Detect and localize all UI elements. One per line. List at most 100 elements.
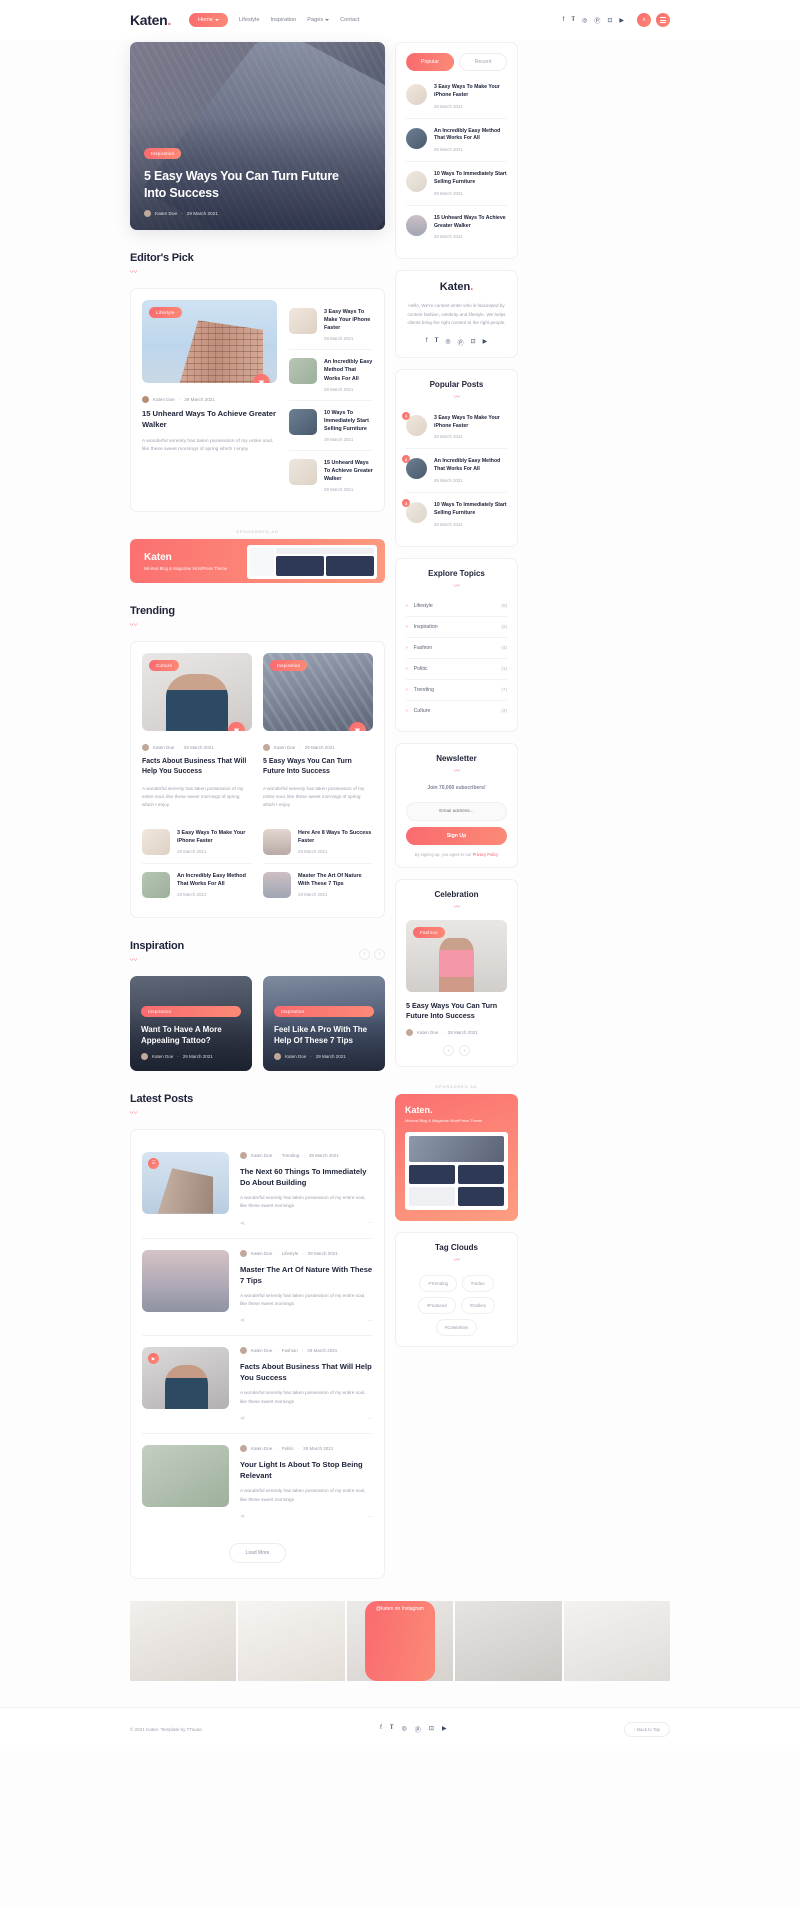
instagram-photo[interactable] [238,1601,345,1682]
more-options-icon[interactable]: ··· [367,1416,373,1422]
list-item[interactable]: 10 Ways To Immediately Start Selling Fur… [289,401,373,451]
tab-recent[interactable]: Recent [459,53,507,71]
list-item[interactable]: Master The Art Of Nature With These 7 Ti… [263,864,373,906]
behance-icon[interactable]: ⊡ [429,1725,434,1734]
behance-icon[interactable]: ⊡ [607,17,612,24]
twitter-icon[interactable]: 𝐓 [390,1725,394,1734]
topic-item[interactable]: › Inspiration (2) [406,617,507,638]
pinterest-icon[interactable]: Ⓟ [458,338,464,347]
twitter-icon[interactable]: 𝐓 [434,338,438,347]
list-item[interactable]: 15 Unheard Ways To Achieve Greater Walke… [406,206,507,249]
pinterest-icon[interactable]: Ⓟ [594,16,600,25]
instagram-photo[interactable] [563,1601,671,1682]
hero-category-tag[interactable]: Inspiration [144,147,182,159]
nav-item-inspiration[interactable]: Inspiration [270,17,296,23]
topic-item[interactable]: › Trending (7) [406,680,507,701]
more-options-icon[interactable]: ··· [367,1220,373,1226]
next-arrow-icon[interactable]: › [459,1045,470,1057]
facebook-icon[interactable]: f [426,338,428,347]
post-list-item[interactable]: ☰ Katen Doe · Trending · 29 March 2021 The Nex… [142,1141,373,1239]
more-options-icon[interactable]: ··· [367,1514,373,1520]
feature-category-tag[interactable]: Lifestyle [149,307,182,318]
privacy-policy-link[interactable]: Privacy Policy [473,852,498,857]
category-tag[interactable]: Inspiration [270,660,308,672]
instagram-photo[interactable] [130,1601,237,1682]
share-icon[interactable]: ⋖ [240,1513,245,1520]
trending-card[interactable]: Inspiration ▣ Katen Doe · 29 March 2021 5 Eas… [263,653,373,809]
celebration-image[interactable]: Fashion [406,919,507,992]
post-category[interactable]: Lifestyle [282,1251,299,1256]
image-icon[interactable]: ▣ [253,374,270,383]
list-item[interactable]: An Incredibly Easy Method That Works For… [289,350,373,401]
topic-item[interactable]: › Fashion (4) [406,638,507,659]
post-list-item[interactable]: Katen Doe · Politic · 29 March 2021 Your Ligh… [142,1434,373,1531]
instagram-icon[interactable]: ◎ [445,338,450,347]
load-more-button[interactable]: Load More [228,1543,287,1564]
facebook-icon[interactable]: f [380,1725,382,1734]
nav-item-contact[interactable]: Contact [340,17,359,23]
newsletter-email-input[interactable] [406,801,507,821]
post-list-item[interactable]: ▶ Katen Doe · Fashion · 29 March 2021 Facts Ab… [142,1336,373,1435]
search-icon[interactable]: ⌕ [637,13,651,27]
tag-chip[interactable]: #Trending [419,1275,457,1293]
inspiration-card[interactable]: Inspiration Feel Like A Pro With The Help… [263,975,385,1071]
topic-item[interactable]: › Politic (1) [406,659,507,680]
topic-item[interactable]: › Culture (3) [406,701,507,721]
share-icon[interactable]: ⋖ [240,1415,245,1422]
post-list-item[interactable]: Katen Doe · Lifestyle · 29 March 2021 Master … [142,1239,373,1337]
list-item[interactable]: An Incredibly Easy Method That Works For… [142,864,252,906]
prev-arrow-icon[interactable]: ‹ [443,1045,454,1057]
list-item[interactable]: 15 Unheard Ways To Achieve Greater Walke… [289,451,373,500]
post-category[interactable]: Fashion [282,1348,298,1353]
tag-chip[interactable]: #Featured [417,1297,456,1315]
share-icon[interactable]: ⋖ [240,1220,245,1227]
nav-item-pages[interactable]: Pages [307,17,330,23]
more-options-icon[interactable]: ··· [367,1318,373,1324]
pinterest-icon[interactable]: Ⓟ [415,1725,421,1734]
youtube-icon[interactable]: ▶ [442,1725,447,1734]
instagram-photo[interactable] [455,1601,562,1682]
nav-item-lifestyle[interactable]: Lifestyle [239,17,260,23]
list-item[interactable]: 2 An Incredibly Easy Method That Works Fo… [402,449,507,494]
category-tag[interactable]: Culture [149,660,180,672]
menu-icon[interactable] [656,13,670,27]
list-item[interactable]: 1 3 Easy Ways To Make Your iPhone Faster 2… [402,406,507,450]
next-arrow-icon[interactable]: › [374,948,385,960]
instagram-icon[interactable]: ◎ [402,1725,407,1734]
youtube-icon[interactable]: ▶ [619,17,624,24]
list-item[interactable]: 3 Easy Ways To Make Your iPhone Faster 29… [142,821,252,864]
tag-chip[interactable]: #Video [462,1275,494,1293]
category-tag[interactable]: Inspiration [274,1006,374,1018]
inspiration-card[interactable]: Inspiration Want To Have A More Appealing… [130,975,252,1071]
newsletter-signup-button[interactable]: Sign Up [406,826,507,845]
site-logo[interactable]: Katen. [130,12,171,28]
post-category[interactable]: Trending [282,1153,300,1158]
list-item[interactable]: An Incredibly Easy Method That Works For… [406,119,507,163]
prev-arrow-icon[interactable]: ‹ [359,948,370,960]
list-item[interactable]: 3 10 Ways To Immediately Start Selling Fu… [402,493,507,536]
back-to-top-button[interactable]: ↑ Back to Top [623,1722,670,1738]
topic-item[interactable]: › Lifestyle (5) [406,596,507,617]
behance-icon[interactable]: ⊡ [471,338,476,347]
editors-pick-feature[interactable]: Lifestyle ▣ Katen Doe · 29 March 2021 15… [142,300,277,500]
list-item[interactable]: Here Are 8 Ways To Success Faster 29 Marc… [263,821,373,864]
instagram-follow-button[interactable]: @katen on Instagram [365,1601,435,1682]
instagram-icon[interactable]: ◎ [582,17,587,24]
celebration-tag[interactable]: Fashion [413,926,445,938]
list-item[interactable]: 3 Easy Ways To Make Your iPhone Faster 29… [289,300,373,351]
hero-post[interactable]: Inspiration 5 Easy Ways You Can Turn Fut… [130,42,385,230]
sidebar-ad-banner[interactable]: Katen. Minimal Blog & Magazine WordPress… [395,1094,518,1222]
category-tag[interactable]: Inspiration [141,1006,241,1018]
tab-popular[interactable]: Popular [406,53,454,71]
nav-item-home[interactable]: Home [189,13,228,27]
list-item[interactable]: 10 Ways To Immediately Start Selling Fur… [406,162,507,206]
tag-chip[interactable]: #Celebrities [435,1319,478,1337]
twitter-icon[interactable]: 𝐓 [571,17,575,24]
share-icon[interactable]: ⋖ [240,1317,245,1324]
image-icon[interactable]: ▣ [349,722,366,732]
list-item[interactable]: 3 Easy Ways To Make Your iPhone Faster 29… [406,75,507,119]
trending-card[interactable]: Culture ▣ Katen Doe · 29 March 2021 Facts Abo… [142,653,252,809]
facebook-icon[interactable]: f [563,17,565,23]
sponsored-ad-banner[interactable]: Katen Minimal Blog & Magazine WordPress … [130,539,385,584]
youtube-icon[interactable]: ▶ [483,338,488,347]
